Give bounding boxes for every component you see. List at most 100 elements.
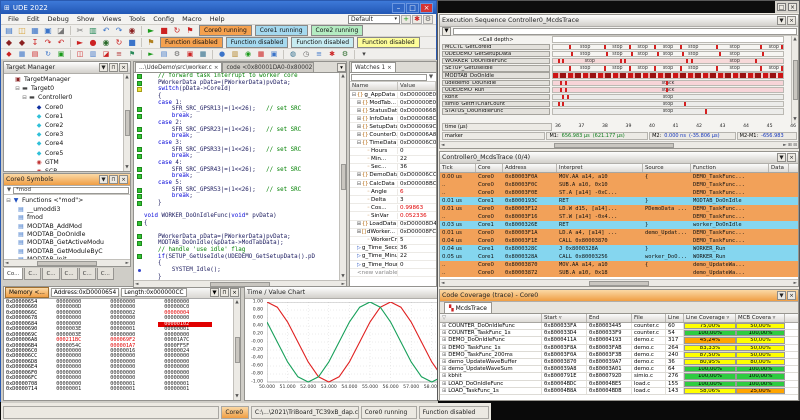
halt-icon[interactable]: ■ <box>158 26 170 36</box>
attach-icon[interactable]: ⚑ <box>145 38 157 48</box>
symbols-scrollbar[interactable]: ◄► <box>4 259 130 266</box>
exec-timeline[interactable]: stop <box>552 108 784 114</box>
close-icon[interactable]: × <box>787 153 796 162</box>
symbol-item[interactable]: ▤fmod <box>5 214 129 222</box>
trace-row[interactable]: 0.04 usCore00x80003F1ECALL 0x80003870DEM… <box>440 237 798 245</box>
watch2-icon[interactable]: ◫ <box>74 49 86 59</box>
trace-row[interactable]: 0.03 usCore10x8000326ERET}worker_DoOnIdl… <box>440 221 798 229</box>
watch-row[interactable]: ⊞[]dWorker...0xD00008FC <box>350 229 436 237</box>
seq-icon[interactable]: ≡ <box>113 49 125 59</box>
coverage-row[interactable]: ⊞DEMO_TaskFunc_1s0x80003F8A0x80003FABdem… <box>440 345 798 352</box>
trace-row[interactable]: ..Core00x80003F0EST.A [a14] -0xC...DEMO_… <box>440 189 798 197</box>
expand-icon[interactable]: ⊞ <box>442 337 446 343</box>
close-icon[interactable]: × <box>119 175 128 184</box>
memory-icon[interactable]: ▦ <box>16 49 28 59</box>
menu-item-show[interactable]: Show <box>73 15 99 23</box>
watch-row[interactable]: <new variable> <box>350 269 436 277</box>
tree-item-core3[interactable]: ◆Core3 <box>5 130 122 139</box>
reset-icon[interactable]: ↻ <box>113 38 125 48</box>
tab-list-icon[interactable]: ▾ <box>337 63 346 72</box>
menu-item-macro[interactable]: Macro <box>178 15 206 23</box>
dock-tab-3[interactable]: C... <box>61 268 78 280</box>
redo-icon[interactable]: ↷ <box>113 26 125 36</box>
grid-icon[interactable]: ▦ <box>255 49 267 59</box>
power-icon[interactable]: ■ <box>126 38 138 48</box>
trace-row[interactable]: ..Core00x80003870MOV.AA a14, a10{demo_Up… <box>440 261 798 269</box>
symbol-item[interactable]: ▤MODTAB_GetActiveModu <box>5 239 129 247</box>
paste-icon[interactable]: ▥ <box>87 26 99 36</box>
pin-icon[interactable]: ⊓ <box>109 175 118 184</box>
trace-row[interactable]: ..Core00x80003872SUB.A a10, 0x18demo_Upd… <box>440 269 798 277</box>
trace-col-function[interactable]: Function <box>691 164 769 172</box>
watch-row[interactable]: ▷g_Time_Minutes22 <box>350 253 436 261</box>
memory-tab[interactable]: Memory <... <box>5 287 49 298</box>
trace-col-tick[interactable]: Tick <box>440 164 476 172</box>
minimize-icon[interactable]: – <box>392 3 405 13</box>
symbol-item[interactable]: ▤MODTAB_AddMod <box>5 222 129 230</box>
menu-item-tools[interactable]: Tools <box>125 15 149 23</box>
memory-length-field[interactable]: Length:0x000000CC <box>121 288 186 297</box>
filter-icon[interactable]: ▼ <box>427 74 435 80</box>
scope-icon[interactable]: ◉ <box>242 49 254 59</box>
watch-row[interactable]: ⊞{}CounterD...0xD00006A8 <box>350 131 436 139</box>
exec-timeline[interactable]: stack <box>552 87 784 93</box>
close-icon[interactable]: × <box>788 3 797 11</box>
layers-icon[interactable]: ▣ <box>268 49 280 59</box>
trace-col-source[interactable]: Source <box>643 164 691 172</box>
memory-scrollbar[interactable]: ▲▼ <box>233 299 240 400</box>
filter-icon[interactable]: ▼ <box>5 187 13 193</box>
profile-select[interactable]: Default▾ <box>348 15 400 24</box>
exec-row-label[interactable]: UDEDEMO_Run <box>442 87 550 93</box>
favorite-config-icon[interactable]: ✱ <box>412 15 422 24</box>
trace-row[interactable]: 0.01 usCore00x80003F1ALD.A a4, [a14] ...… <box>440 229 798 237</box>
watch-row[interactable]: ◦Min...22 <box>350 156 436 164</box>
coverage-row[interactable]: ⊞COUNTER_DoOnIdleFunc0x800033FA0x8000344… <box>440 323 798 330</box>
pin-icon[interactable]: ⊓ <box>220 288 229 297</box>
symbol-item[interactable]: ▤__umoddi3 <box>5 205 129 213</box>
close-icon[interactable]: × <box>787 16 796 25</box>
close-icon[interactable]: × <box>420 3 433 13</box>
coverage-row[interactable]: ⊞DEMO_DoOnIdleFunc0x8000411A0x80004193de… <box>440 337 798 344</box>
collapse-icon[interactable]: ⊟ <box>21 95 28 101</box>
watch-row[interactable]: ◦Hours0 <box>350 148 436 156</box>
debug-start-icon[interactable]: ◆ <box>3 38 15 48</box>
trace-row[interactable]: 0.01 usCore10x8000193CRET}MODTAB_DoOnIdl… <box>440 197 798 205</box>
maximize-icon[interactable]: □ <box>777 3 786 11</box>
exec-timeline[interactable]: stopstopstopstopstopstopstop <box>552 65 784 71</box>
watch-icon[interactable]: ◉ <box>100 38 112 48</box>
trace-row[interactable]: 0.04 usCore10x8000328CJ 0x8000328A}WORKE… <box>440 245 798 253</box>
more-icon[interactable]: ▾ <box>358 49 370 59</box>
coverage-col-1[interactable]: Start ▿ <box>542 314 587 322</box>
exec-timeline[interactable]: stopstopstopstopstopstopstop <box>552 44 784 50</box>
coverage-icon[interactable]: ◪ <box>100 49 112 59</box>
exec-vscrollbar[interactable]: ▲▼ <box>791 36 798 123</box>
close-tab-icon[interactable]: × <box>387 65 392 71</box>
exec-timeline[interactable] <box>552 72 784 78</box>
close-tab-icon[interactable]: × <box>214 65 219 71</box>
editor-tab-code-range[interactable]: code <0x80001DA0-0x8000219F> <box>222 62 314 72</box>
chevron-down-icon[interactable]: ▼ <box>99 63 108 72</box>
watch-row[interactable]: ⊟{}TimeData0xD00006C0 <box>350 140 436 148</box>
menu-item-edit[interactable]: Edit <box>23 15 44 23</box>
flag2-icon[interactable]: ⚑ <box>126 49 138 59</box>
watch-row[interactable]: ◦Cos...0.99863 <box>350 204 436 212</box>
flag-icon[interactable]: ⚑ <box>184 26 196 36</box>
exec-timeline[interactable]: stack <box>552 80 784 86</box>
tree-item-scr[interactable]: ◉SCR <box>5 167 122 171</box>
exec-row-label[interactable]: MCCTL_GetCoreId <box>442 44 550 50</box>
dock-tab-4[interactable]: C... <box>79 268 96 280</box>
close-icon[interactable]: × <box>787 291 796 300</box>
coverage-col-6[interactable]: MCB Covera ▿ <box>736 314 785 322</box>
maximize-icon[interactable]: □ <box>406 3 419 13</box>
new-file-icon[interactable]: ▤ <box>3 26 15 36</box>
run-to-cursor-icon[interactable]: ► <box>74 38 86 48</box>
watch-row[interactable]: ▷g_Time_Hours0 <box>350 261 436 269</box>
chevron-down-icon[interactable]: ▼ <box>777 291 786 300</box>
exec-row-label[interactable]: SETUP_GetUseIdle <box>442 65 550 71</box>
tree-item-target0[interactable]: ⊟▬Target0 <box>5 84 122 93</box>
trace-col-core[interactable]: Core <box>476 164 503 172</box>
trace-row[interactable]: 0.00 usCore00x80003F0AMOV.AA a14, a10{DE… <box>440 173 798 181</box>
exec-row-label[interactable]: kbhit <box>442 94 550 100</box>
filter-icon[interactable]: ▼ <box>442 27 451 36</box>
config-gear-icon[interactable]: ⚙ <box>423 15 433 24</box>
